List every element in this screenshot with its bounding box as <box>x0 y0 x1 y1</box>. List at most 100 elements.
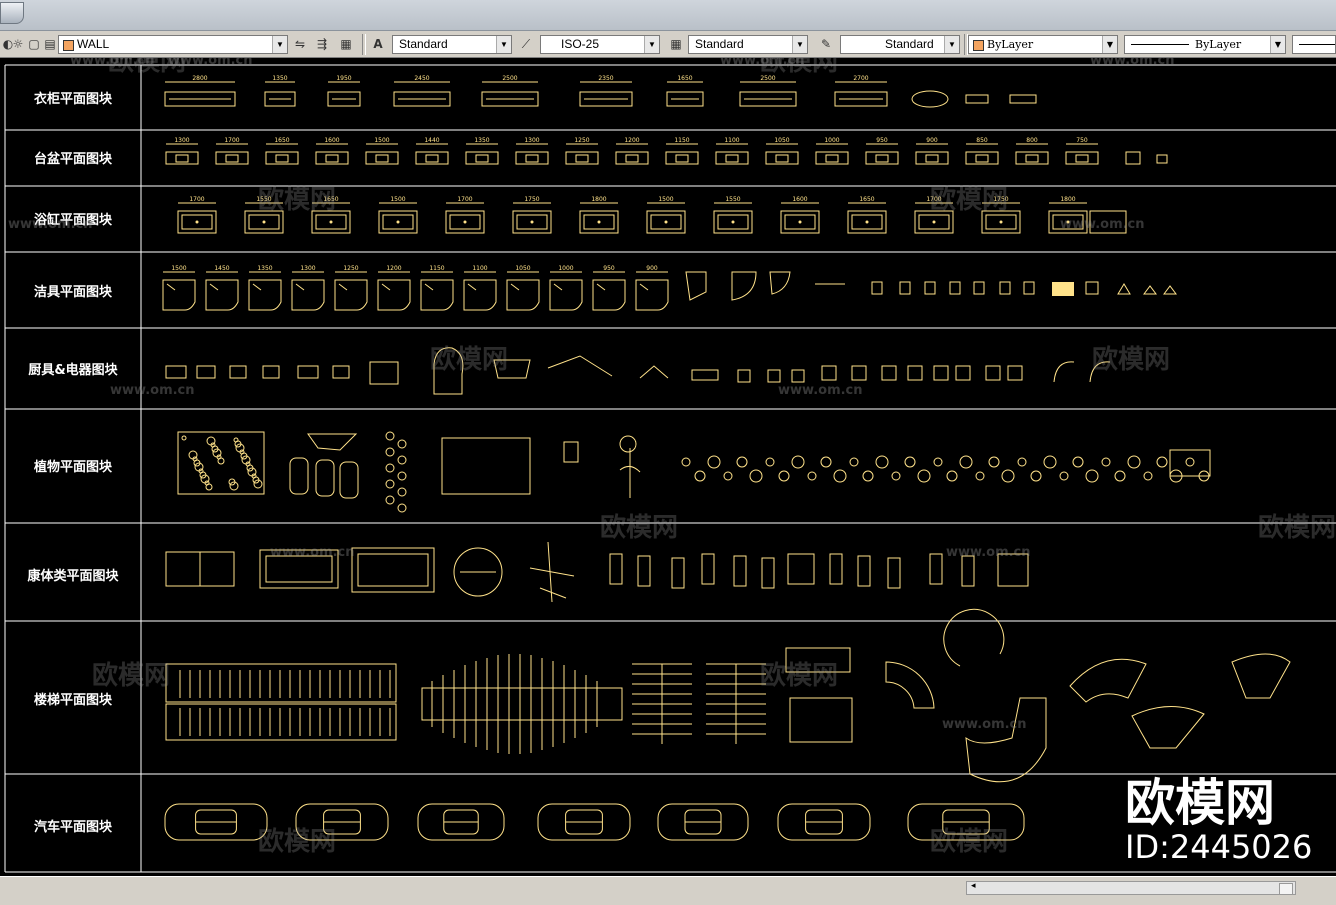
linetype-sample <box>1131 44 1189 45</box>
shrub-mark <box>229 481 239 491</box>
chevron-down-icon[interactable]: ▼ <box>944 36 959 53</box>
dimension-text: 1700 <box>224 137 239 144</box>
washbasin-bowl <box>675 154 689 163</box>
hedge-block <box>339 461 359 499</box>
chevron-down-icon[interactable]: ▼ <box>644 36 659 53</box>
washbasin-bowl <box>975 154 989 163</box>
tree-symbol <box>749 469 763 483</box>
plant-block <box>385 431 395 441</box>
washbasin-bowl <box>625 154 639 163</box>
watermark-brand: 欧模网 <box>430 344 508 375</box>
scroll-left-icon[interactable]: ◂ <box>971 881 976 891</box>
shrub-bed-block <box>1169 449 1211 477</box>
shower-tray-block: 950 <box>592 265 626 311</box>
washbasin-block: 1600 <box>315 137 349 165</box>
curved-stair-block <box>965 697 1047 783</box>
watermark-brand: 欧模网 <box>1258 512 1336 543</box>
color-dropdown[interactable]: ByLayer ▼ <box>968 35 1118 54</box>
car-block <box>537 803 631 841</box>
chevron-down-icon[interactable]: ▼ <box>496 36 511 53</box>
watermark-url: www.om.cn <box>1090 58 1175 68</box>
dim-style-dropdown[interactable]: ISO-25 ▼ <box>540 35 660 54</box>
bathtub-block: 1750 <box>512 196 552 234</box>
chevron-down-icon[interactable]: ▼ <box>792 36 807 53</box>
table-style-icon[interactable]: ▦ <box>668 37 684 52</box>
wardrobe-block: 2350 <box>579 75 633 107</box>
corner-shower-block <box>685 271 707 301</box>
car-block <box>417 803 505 841</box>
wardrobe-block: 2500 <box>739 75 797 107</box>
shower-tray-block: 1500 <box>162 265 196 311</box>
chevron-down-icon[interactable]: ▼ <box>272 36 287 53</box>
appliance-block <box>737 369 751 383</box>
fitness-equipment-block <box>887 557 901 589</box>
toilet-block <box>973 281 985 295</box>
plant-block <box>385 479 395 489</box>
tree-symbol <box>723 471 733 481</box>
table-style-dropdown[interactable]: Standard ▼ <box>688 35 808 54</box>
tree-symbol <box>791 455 805 469</box>
hedge-block <box>289 457 309 495</box>
exercise-machine-block <box>529 541 575 603</box>
dimension-text: 2450 <box>414 75 429 82</box>
layer-dropdown[interactable]: WALL ▼ <box>58 35 288 54</box>
spiral-stair-block <box>885 661 935 709</box>
hedge-block <box>307 433 358 451</box>
dimension-text: 1950 <box>336 75 351 82</box>
make-current-layer-icon[interactable]: ⇋ <box>292 37 308 52</box>
billiard-table-block <box>351 547 435 593</box>
watermark-brand: 欧模网 <box>1092 344 1170 375</box>
appliance-block <box>791 369 805 383</box>
dimension-text: 1150 <box>674 137 689 144</box>
drawing-canvas[interactable]: 衣柜平面图块 台盆平面图块 浴缸平面图块 洁具平面图块 厨具&电器图块 植物平面… <box>0 58 1336 876</box>
shower-tray-drain <box>424 283 434 291</box>
toolbar-separator <box>362 34 366 55</box>
text-style-icon[interactable]: A <box>370 37 386 52</box>
text-style-dropdown[interactable]: Standard ▼ <box>392 35 512 54</box>
watermark-url: www.om.cn <box>1060 217 1145 232</box>
dimension-text: 1600 <box>792 196 807 203</box>
tree-symbol <box>778 470 790 482</box>
dimension-text: 1800 <box>1060 196 1075 203</box>
application-menu-button[interactable] <box>0 2 24 24</box>
tree-symbol <box>933 457 943 467</box>
lock-icon[interactable]: ▢ <box>26 37 42 52</box>
lineweight-dropdown[interactable] <box>1292 35 1336 54</box>
fitness-equipment-block <box>609 553 623 585</box>
chevron-down-icon[interactable]: ▼ <box>1270 36 1285 53</box>
dimension-text: 2800 <box>192 75 207 82</box>
tree-symbol <box>736 456 748 468</box>
small-wardrobe-block <box>965 94 989 104</box>
washbasin-block: 1150 <box>665 137 699 165</box>
layer-states-icon[interactable]: ▦ <box>338 37 354 52</box>
plant-block <box>385 447 395 457</box>
watermark-url: www.om.cn <box>70 58 155 68</box>
washbasin-block: 1500 <box>365 137 399 165</box>
shower-tray-block: 1100 <box>463 265 497 311</box>
washbasin-block: 1440 <box>415 137 449 165</box>
oval-stair-block <box>421 654 623 754</box>
shower-tray-drain <box>596 283 606 291</box>
tree-symbol <box>1143 471 1153 481</box>
linetype-dropdown[interactable]: ByLayer ▼ <box>1124 35 1286 54</box>
multileader-style-icon[interactable]: ✎ <box>818 37 834 52</box>
watermark-brand: 欧模网 <box>258 826 336 857</box>
plot-icon[interactable]: ▤ <box>42 37 58 52</box>
plant-block <box>385 495 395 505</box>
washbasin-block: 1000 <box>815 137 849 165</box>
chevron-down-icon[interactable]: ▼ <box>1102 36 1117 53</box>
shower-tray-drain <box>510 283 520 291</box>
freeze-sun-icon[interactable]: ☼ <box>10 37 26 52</box>
scroll-thumb[interactable] <box>1279 883 1293 895</box>
horizontal-scrollbar[interactable]: ◂ <box>966 881 1296 895</box>
layer-color-swatch <box>63 40 74 51</box>
shower-tray-drain <box>166 283 176 291</box>
tree-symbol <box>975 471 985 481</box>
tree-symbol <box>694 470 706 482</box>
dimension-text: 850 <box>976 137 988 144</box>
dimension-style-icon[interactable]: ⟋ <box>518 37 534 52</box>
row-label-wardrobe: 衣柜平面图块 <box>34 91 113 107</box>
wardrobe-block: 2500 <box>481 75 539 107</box>
multileader-style-dropdown[interactable]: Standard ▼ <box>840 35 960 54</box>
layer-previous-icon[interactable]: ⇶ <box>314 37 330 52</box>
